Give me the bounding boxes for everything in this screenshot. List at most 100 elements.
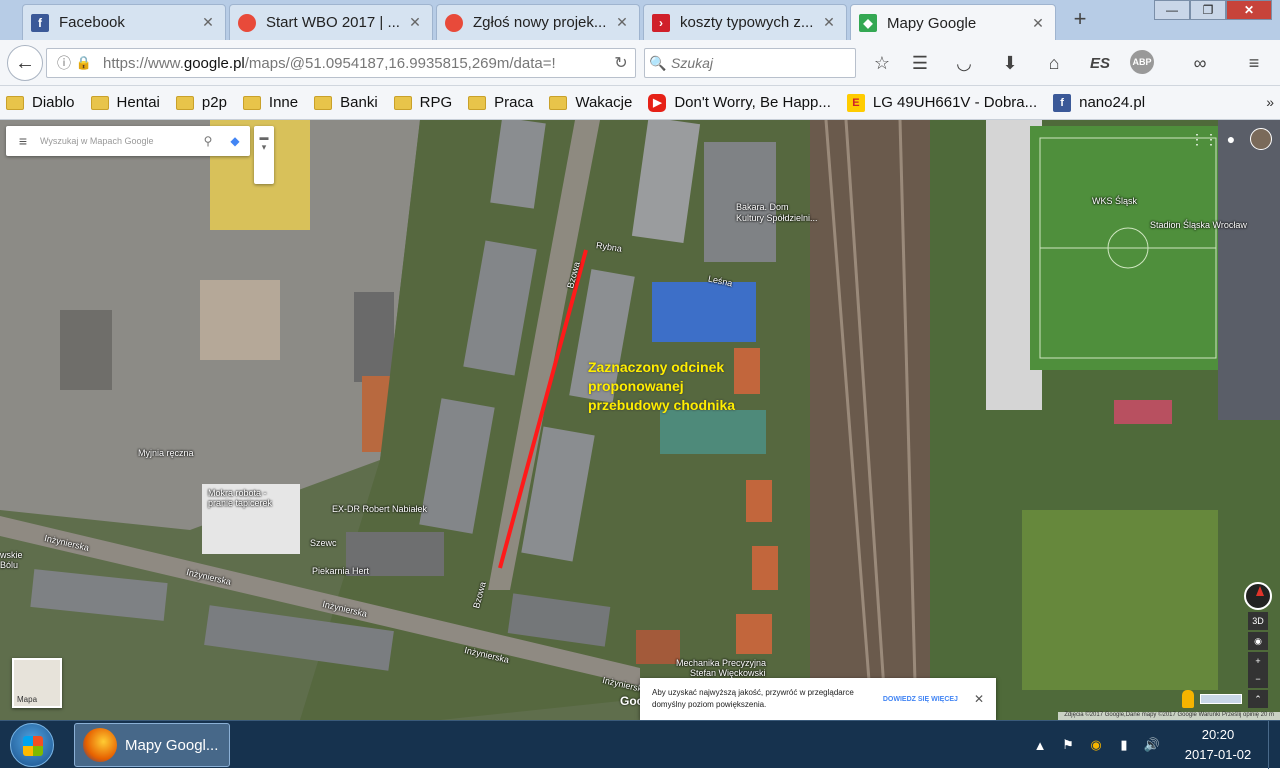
bookmark-label: p2p: [201, 94, 227, 111]
tab-close-icon[interactable]: ✕: [406, 14, 424, 31]
facebook-icon: f: [1053, 93, 1072, 112]
annotation-line: przebudowy chodnika: [588, 397, 736, 413]
home-icon[interactable]: ⌂: [1040, 50, 1068, 76]
folder-icon: [549, 95, 568, 110]
apps-grid-icon[interactable]: ⋮⋮: [1190, 128, 1218, 150]
poi-ex-dr[interactable]: EX-DR Robert Nabiałek: [332, 504, 427, 514]
url-text[interactable]: https://www.google.pl/maps/@51.0954187,1…: [103, 55, 607, 72]
mask-icon[interactable]: ∞: [1186, 50, 1214, 76]
folder-icon: [90, 95, 109, 110]
tab-mapy-google[interactable]: ◆ Mapy Google ✕: [850, 4, 1056, 41]
reload-icon[interactable]: ↻: [607, 53, 635, 73]
poi-mokra-robota-line2[interactable]: pranie tapicerek: [208, 498, 272, 508]
bookmark-folder-diablo[interactable]: Diablo: [6, 94, 75, 111]
tab-zglos-projekt[interactable]: Zgłoś nowy projek... ✕: [436, 4, 640, 40]
menu-icon[interactable]: ≡: [1240, 50, 1268, 76]
new-tab-button[interactable]: +: [1068, 8, 1092, 32]
bookmark-label: RPG: [419, 94, 453, 111]
search-bar[interactable]: 🔍: [644, 48, 856, 78]
extension-es-icon[interactable]: ES: [1086, 50, 1114, 76]
imagery-thumbnails[interactable]: [1200, 694, 1242, 704]
maximize-button[interactable]: ❐: [1190, 0, 1226, 20]
pocket-icon[interactable]: ◡: [950, 50, 978, 76]
tab-koszty[interactable]: › koszty typowych z... ✕: [643, 4, 847, 40]
info-icon[interactable]: ⓘ: [53, 53, 75, 73]
show-desktop-button[interactable]: [1268, 721, 1280, 769]
collapse-panel-button[interactable]: ▬ ▾: [254, 126, 274, 184]
poi-bakara-line2[interactable]: Kultury Spółdzielni...: [736, 213, 818, 223]
folder-icon: [175, 95, 194, 110]
adblock-icon[interactable]: ABP: [1130, 50, 1154, 74]
bookmark-folder-hentai[interactable]: Hentai: [90, 94, 160, 111]
pegman-icon[interactable]: [1182, 690, 1194, 708]
location-icon[interactable]: ◉: [1248, 632, 1268, 650]
poi-mokra-robota[interactable]: Mokra robota -: [208, 488, 267, 498]
compass-icon[interactable]: [1244, 582, 1272, 610]
poi-szewc[interactable]: Szewc: [310, 538, 337, 548]
search-input[interactable]: [671, 55, 841, 71]
tilt-3d-button[interactable]: 3D: [1248, 612, 1268, 630]
download-icon[interactable]: ⬇: [996, 50, 1024, 76]
avast-icon[interactable]: ◉: [1082, 737, 1110, 753]
tab-close-icon[interactable]: ✕: [199, 14, 217, 31]
clock[interactable]: 20:20 2017-01-02: [1172, 725, 1264, 765]
tab-close-icon[interactable]: ✕: [820, 14, 838, 31]
address-bar[interactable]: ⓘ 🔒 https://www.google.pl/maps/@51.09541…: [46, 48, 636, 78]
zoom-in-button[interactable]: +: [1248, 652, 1268, 670]
lock-icon: 🔒: [75, 55, 93, 70]
bookmark-lg-tv[interactable]: E LG 49UH661V - Dobra...: [846, 93, 1038, 112]
bookmark-folder-praca[interactable]: Praca: [468, 94, 533, 111]
minimize-button[interactable]: —: [1154, 0, 1190, 20]
bookmarks-list-icon[interactable]: ☰: [906, 50, 934, 76]
poi-wks-slask[interactable]: WKS Śląsk: [1092, 196, 1137, 206]
avatar[interactable]: [1250, 128, 1272, 150]
poi-mechanika-line2[interactable]: Stefan Więckowski: [690, 668, 766, 678]
bookmark-label: LG 49UH661V - Dobra...: [872, 94, 1038, 111]
close-icon[interactable]: ✕: [974, 692, 984, 706]
youtube-icon: ▶: [648, 93, 667, 112]
map-type-toggle[interactable]: Mapa: [12, 658, 62, 708]
tab-close-icon[interactable]: ✕: [1029, 15, 1047, 32]
poi-mechanika[interactable]: Mechanika Precyzyjna: [676, 658, 766, 668]
close-window-button[interactable]: ✕: [1226, 0, 1272, 20]
action-center-icon[interactable]: ⚑: [1054, 737, 1082, 753]
tab-facebook[interactable]: f Facebook ✕: [22, 4, 226, 40]
bookmark-nano24[interactable]: f nano24.pl: [1053, 93, 1145, 112]
hamburger-menu-icon[interactable]: ≡: [6, 133, 40, 149]
folder-icon: [468, 95, 487, 110]
poi-bakara[interactable]: Bakara. Dom: [736, 202, 789, 212]
map-search-input[interactable]: Wyszukaj w Mapach Google: [40, 136, 196, 146]
volume-icon[interactable]: 🔊: [1138, 737, 1166, 753]
search-icon[interactable]: ⚲: [196, 134, 220, 148]
bookmark-folder-p2p[interactable]: p2p: [175, 94, 227, 111]
map-search-box[interactable]: ≡ Wyszukaj w Mapach Google ⚲ ◆: [6, 126, 250, 156]
back-button[interactable]: ←: [7, 45, 43, 81]
directions-icon[interactable]: ◆: [220, 134, 250, 148]
bookmark-folder-banki[interactable]: Banki: [314, 94, 378, 111]
notifications-icon[interactable]: ●: [1220, 128, 1242, 150]
tab-close-icon[interactable]: ✕: [613, 14, 631, 31]
poi-piekarnia[interactable]: Piekarnia Hert: [312, 566, 369, 576]
bookmark-folder-rpg[interactable]: RPG: [393, 94, 453, 111]
collapse-controls-button[interactable]: ⌃: [1248, 690, 1268, 708]
poi-myjnia[interactable]: Myjnia ręczna: [138, 448, 194, 458]
euro-rtv-icon: E: [846, 93, 865, 112]
poi-stadion[interactable]: Stadion Śląska Wrocław: [1150, 220, 1247, 230]
bookmark-folder-wakacje[interactable]: Wakacje: [549, 94, 632, 111]
zoom-out-button[interactable]: −: [1248, 670, 1268, 688]
start-button[interactable]: [10, 723, 54, 767]
bookmarks-overflow-button[interactable]: »: [1266, 94, 1274, 110]
bookmark-folder-inne[interactable]: Inne: [242, 94, 298, 111]
taskbar-item-firefox[interactable]: Mapy Googl...: [74, 723, 230, 767]
network-icon[interactable]: ▮: [1110, 737, 1138, 753]
satellite-map[interactable]: Bakara. Dom Kultury Spółdzielni... WKS Ś…: [0, 120, 1280, 720]
bookmark-label: Banki: [340, 94, 378, 111]
tray-expand-icon[interactable]: ▲: [1026, 738, 1054, 753]
satellite-imagery: [0, 120, 1280, 720]
folder-icon: [242, 95, 261, 110]
learn-more-link[interactable]: DOWIEDZ SIĘ WIĘCEJ: [883, 696, 958, 703]
bookmark-star-icon[interactable]: ☆: [868, 50, 896, 76]
bookmark-youtube[interactable]: ▶ Don't Worry, Be Happ...: [648, 93, 831, 112]
bookmarks-bar: Diablo Hentai p2p Inne Banki RPG Praca W…: [0, 86, 1280, 120]
tab-start-wbo[interactable]: Start WBO 2017 | ... ✕: [229, 4, 433, 40]
